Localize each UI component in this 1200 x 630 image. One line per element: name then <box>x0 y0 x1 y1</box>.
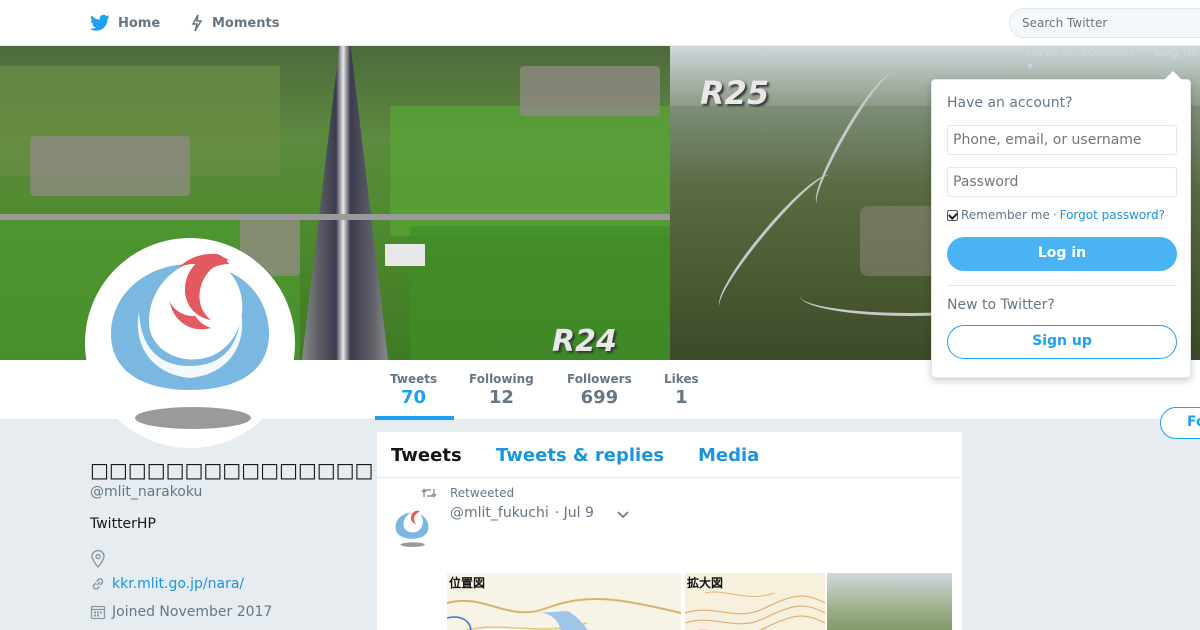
tab-media[interactable]: Media <box>698 445 759 466</box>
profile-joined-text: Joined November 2017 <box>112 604 273 620</box>
password-field[interactable] <box>947 167 1177 197</box>
remember-row: Remember me · Forgot password? <box>947 208 1165 222</box>
profile-joined-row: Joined November 2017 <box>90 604 272 620</box>
tweet-author-avatar[interactable] <box>391 508 433 550</box>
stat-likes-label: Likes <box>664 372 699 386</box>
stat-likes-value: 1 <box>675 387 688 408</box>
nav-moments-label: Moments <box>212 15 280 31</box>
media-location-map[interactable]: 位置図 <box>447 573 681 630</box>
media-detail-map[interactable]: 拡大図 <box>685 573 825 630</box>
stat-followers[interactable]: Followers 699 <box>567 372 632 408</box>
nav-home[interactable]: Home <box>90 12 160 34</box>
banner-label-r25: R25 <box>700 74 770 112</box>
tab-tweets[interactable]: Tweets <box>391 445 462 466</box>
stat-tweets-value: 70 <box>401 387 427 408</box>
calendar-icon <box>90 605 106 620</box>
stat-following-label: Following <box>469 372 534 386</box>
username-field[interactable] <box>947 125 1177 155</box>
tweet-date[interactable]: · Jul 9 <box>555 505 594 521</box>
profile-avatar[interactable] <box>85 238 295 448</box>
location-row <box>90 549 106 572</box>
signup-button[interactable]: Sign up <box>947 325 1177 359</box>
profile-name: □□□□□□□□□□□□□□□ <box>90 458 374 482</box>
stat-following-value: 12 <box>488 387 514 408</box>
login-hint: Have an account? Log in ▾ <box>1027 45 1200 73</box>
dropdown-divider <box>947 285 1177 286</box>
new-to-twitter-label: New to Twitter? <box>947 297 1055 313</box>
nav-moments[interactable]: Moments <box>190 12 279 34</box>
stat-tweets[interactable]: Tweets 70 <box>390 372 437 408</box>
login-dropdown-title: Have an account? <box>947 95 1073 111</box>
forgot-password-link[interactable]: Forgot password? <box>1060 208 1165 222</box>
retweet-icon <box>421 488 437 498</box>
top-nav: Home Moments Search Twitter <box>0 0 1200 46</box>
stat-likes[interactable]: Likes 1 <box>664 372 699 408</box>
stat-followers-label: Followers <box>567 372 632 386</box>
profile-handle[interactable]: @mlit_narakoku <box>90 484 202 500</box>
active-tab-indicator <box>375 416 454 420</box>
follow-button[interactable]: Fo <box>1160 407 1200 439</box>
banner-label-r24: R24 <box>552 324 617 359</box>
link-icon <box>92 578 104 590</box>
location-pin-icon <box>91 549 105 569</box>
retweet-label: Retweeted <box>450 486 515 500</box>
search-input[interactable]: Search Twitter <box>1009 8 1200 38</box>
stat-following[interactable]: Following 12 <box>469 372 534 408</box>
twitter-bird-icon <box>90 14 110 31</box>
media-location-label: 位置図 <box>449 576 486 590</box>
mlit-logo-icon <box>111 244 269 429</box>
remember-me-checkbox[interactable] <box>947 209 958 221</box>
nav-home-label: Home <box>118 15 161 31</box>
tweet-header: @mlit_fukuchi · Jul 9 <box>450 505 594 521</box>
stat-followers-value: 699 <box>580 387 619 408</box>
mlit-logo-small-icon <box>395 510 429 547</box>
profile-url-link[interactable]: kkr.mlit.go.jp/nara/ <box>112 576 244 592</box>
timeline: Tweets Tweets & replies Media Retweeted … <box>376 431 963 630</box>
profile-url-row: kkr.mlit.go.jp/nara/ <box>90 576 244 592</box>
login-hint-text: Have an account? <box>1027 45 1135 59</box>
media-detail-label: 拡大図 <box>687 576 724 590</box>
remember-separator: · <box>1052 208 1057 222</box>
timeline-tabs: Tweets Tweets & replies Media <box>377 432 962 478</box>
lightning-icon <box>191 14 203 32</box>
tweet-author-handle[interactable]: @mlit_fukuchi <box>450 505 549 521</box>
login-button[interactable]: Log in <box>947 237 1177 271</box>
login-dropdown: Have an account? Remember me · Forgot pa… <box>931 71 1191 378</box>
tweet-menu-chevron-icon[interactable] <box>615 506 631 526</box>
profile-bio: TwitterHP <box>90 516 156 532</box>
tab-tweets-replies[interactable]: Tweets & replies <box>496 445 664 466</box>
remember-me-label[interactable]: Remember me <box>961 208 1050 222</box>
tweet-media: 位置図 拡大図 <box>447 573 952 630</box>
media-photo[interactable] <box>827 573 952 630</box>
stat-tweets-label: Tweets <box>390 372 438 386</box>
retweet-context: Retweeted <box>420 486 514 500</box>
